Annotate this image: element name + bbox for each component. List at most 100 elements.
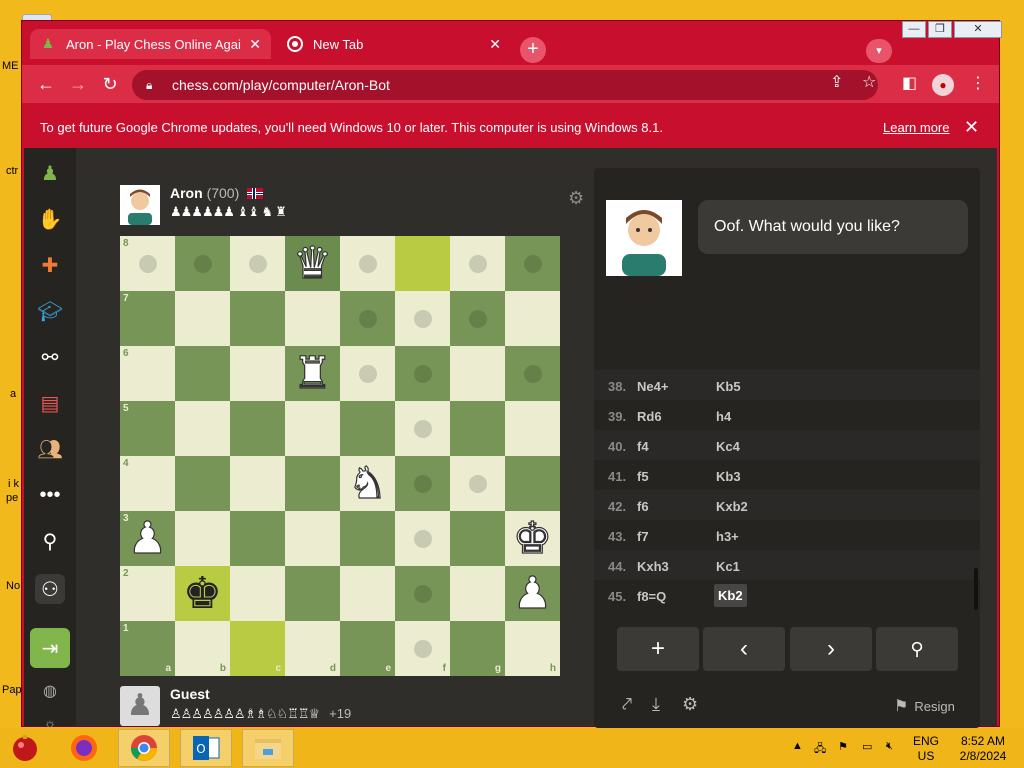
black-move[interactable]: Kc1 [716,559,740,574]
square-a6[interactable]: 6 [120,346,175,401]
action-center-flag-icon[interactable]: ⚑ [838,740,848,753]
square-h4[interactable] [505,456,560,511]
close-tab-icon[interactable]: ✕ [489,36,501,53]
system-clock[interactable]: 8:52 AM 2/8/2024 [948,734,1018,764]
resign-button[interactable]: ⚑ Resign [894,696,955,716]
tab-search-chevron-icon[interactable]: ▾ [866,39,892,63]
square-e3[interactable] [340,511,395,566]
white-move[interactable]: f8=Q [637,589,666,604]
learn-icon[interactable]: 🎓︎ [35,296,65,326]
square-b5[interactable] [175,401,230,456]
square-a1[interactable]: 1a [120,621,175,676]
side-panel-icon[interactable]: ◧ [902,73,917,93]
square-d8[interactable]: ♛ [285,236,340,291]
download-icon[interactable]: ⤓ [652,694,660,715]
legal-move-dot[interactable] [248,254,267,273]
legal-move-dot[interactable] [358,254,377,273]
square-c1[interactable]: c [230,621,285,676]
black-move[interactable]: Kxb2 [716,499,748,514]
square-a2[interactable]: 2 [120,566,175,621]
profile-avatar-icon[interactable]: ● [932,74,954,96]
black-piece-b2[interactable]: ♚ [183,571,222,616]
tab-chess[interactable]: ♟ Aron - Play Chess Online Against ✕ [30,29,271,59]
square-h2[interactable]: ♟ [505,566,560,621]
chess-board[interactable]: 8 ♛ 7 6 ♜ 5 4 ♞ 3 ♟ ♚ 2 ♚ ♟ 1 a b c d e f g h [120,236,560,676]
white-move[interactable]: f4 [637,439,649,454]
next-move-button[interactable]: › [790,627,872,671]
news-icon[interactable]: ▤ [35,388,65,418]
square-d3[interactable] [285,511,340,566]
firefox-icon[interactable] [58,729,110,767]
legal-move-dot[interactable] [358,309,377,328]
square-a5[interactable]: 5 [120,401,175,456]
square-a8[interactable]: 8 [120,236,175,291]
square-e2[interactable] [340,566,395,621]
legal-move-dot[interactable] [523,254,542,273]
square-c6[interactable] [230,346,285,401]
square-g7[interactable] [450,291,505,346]
square-d2[interactable] [285,566,340,621]
legal-move-dot[interactable] [193,254,212,273]
login-button[interactable]: ⇥ [30,628,70,668]
start-button[interactable] [0,729,50,767]
close-window-button[interactable]: ✕ [954,21,1002,38]
square-a3[interactable]: 3 ♟ [120,511,175,566]
outlook-icon[interactable]: O [180,729,232,767]
back-arrow-icon[interactable]: ← [35,73,57,95]
legal-move-dot[interactable] [468,474,487,493]
white-move[interactable]: f6 [637,499,649,514]
square-b1[interactable]: b [175,621,230,676]
white-move[interactable]: Kxh3 [637,559,669,574]
square-c2[interactable] [230,566,285,621]
white-piece-d6[interactable]: ♜ [292,350,333,395]
bookmark-star-icon[interactable]: ☆ [862,72,876,92]
square-b6[interactable] [175,346,230,401]
legal-move-dot[interactable] [413,474,432,493]
address-bar[interactable]: 🔒︎ chess.com/play/computer/Aron-Bot [132,70,878,100]
white-piece-e4[interactable]: ♞ [347,460,388,505]
add-button[interactable]: + [617,627,699,671]
square-f5[interactable] [395,401,450,456]
aron-avatar[interactable] [120,185,160,225]
board-settings-gear-icon[interactable]: ⚙ [568,188,584,209]
display-icon[interactable]: ▭ [862,740,872,753]
white-piece-d8[interactable]: ♛ [292,240,333,285]
square-h7[interactable] [505,291,560,346]
legal-move-dot[interactable] [413,584,432,603]
white-move[interactable]: Rd6 [637,409,662,424]
add-friend-icon[interactable]: ⚇ [35,574,65,604]
black-move[interactable]: Kc4 [716,439,740,454]
square-e8[interactable] [340,236,395,291]
square-h5[interactable] [505,401,560,456]
square-c5[interactable] [230,401,285,456]
square-g6[interactable] [450,346,505,401]
legal-move-dot[interactable] [413,419,432,438]
legal-move-dot[interactable] [413,529,432,548]
legal-move-dot[interactable] [413,364,432,383]
player-name[interactable]: Guest [170,686,210,702]
minimize-button[interactable]: — [902,21,926,38]
square-b4[interactable] [175,456,230,511]
legal-move-dot[interactable] [523,364,542,383]
square-e4[interactable]: ♞ [340,456,395,511]
settings-gear-icon[interactable]: ⚙ [682,694,698,715]
black-move[interactable]: Kb2 [714,584,747,607]
file-explorer-icon[interactable] [242,729,294,767]
watch-binoculars-icon[interactable]: ⚯ [35,342,65,372]
show-hidden-icons-icon[interactable]: ▲ [792,740,803,752]
square-b8[interactable] [175,236,230,291]
legal-move-dot[interactable] [468,309,487,328]
square-c3[interactable] [230,511,285,566]
square-h8[interactable] [505,236,560,291]
square-g3[interactable] [450,511,505,566]
menu-kebab-icon[interactable]: ⋮ [970,73,986,93]
square-f2[interactable] [395,566,450,621]
chrome-taskbar-icon[interactable] [118,729,170,767]
social-icon[interactable]: 👥︎ [35,434,65,464]
square-f7[interactable] [395,291,450,346]
restore-button[interactable]: ❐ [928,21,952,38]
white-move[interactable]: f7 [637,529,649,544]
volume-muted-icon[interactable]: 🔇︎ [886,740,893,753]
square-h1[interactable]: h [505,621,560,676]
square-c8[interactable] [230,236,285,291]
